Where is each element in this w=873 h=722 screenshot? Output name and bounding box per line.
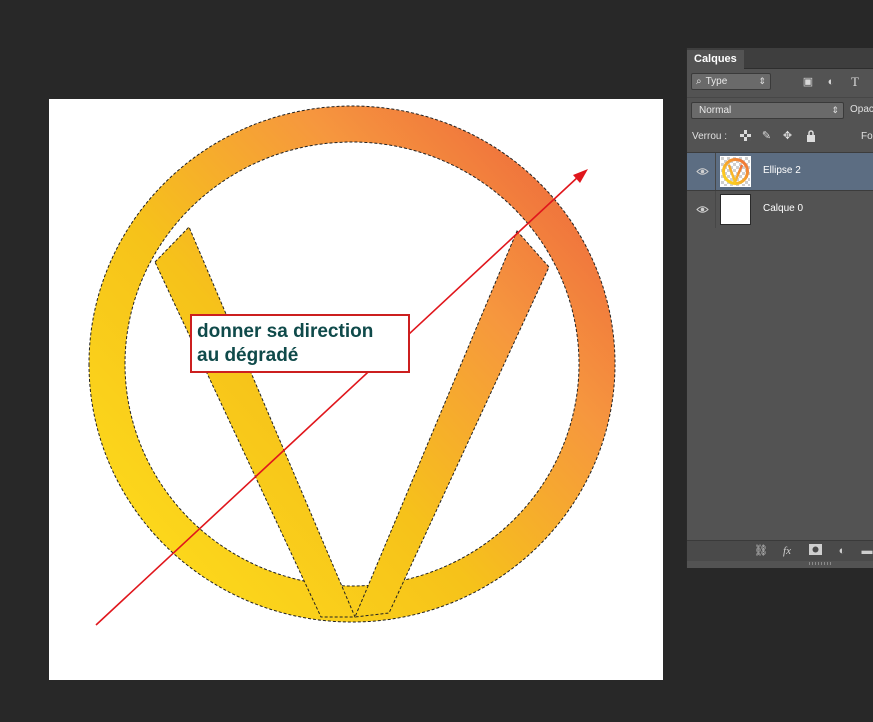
annotation-line-2: au dégradé <box>197 345 299 366</box>
search-icon: ⌕ <box>696 76 702 87</box>
layer-thumbnail <box>720 194 751 225</box>
blend-mode-value: Normal <box>699 105 732 116</box>
updown-arrow-icon: ⇕ <box>758 76 766 86</box>
link-icon[interactable]: ⛓ <box>754 544 768 558</box>
tab-calques[interactable]: Calques <box>687 50 744 69</box>
blend-row: Normal ⇕ Opac <box>687 97 873 122</box>
fx-icon[interactable]: fx <box>780 544 794 558</box>
layer-name: Ellipse 2 <box>763 165 801 176</box>
annotation-callout: donner sa direction au dégradé <box>190 314 410 373</box>
layer-row-calque-0[interactable]: Calque 0 <box>687 190 873 228</box>
mask-icon[interactable] <box>808 544 822 558</box>
fill-label: Fo <box>861 131 873 142</box>
panel-tab-bar: Calques <box>687 48 873 69</box>
image-filter-icon[interactable]: ▣ <box>801 75 815 89</box>
layer-name: Calque 0 <box>763 203 804 214</box>
layer-filter-row: ⌕ Type ⇕ ▣ ◐ T <box>687 71 873 93</box>
layers-list: Ellipse 2 Calque 0 <box>687 152 873 228</box>
adjustment-filter-icon[interactable]: ◐ <box>824 75 838 89</box>
filter-type-value: Type <box>705 76 728 87</box>
layer-thumbnail <box>720 156 751 187</box>
document-canvas[interactable]: donner sa direction au dégradé <box>49 99 663 680</box>
blend-mode-select[interactable]: Normal ⇕ <box>691 102 844 119</box>
divider <box>715 191 716 228</box>
filter-type-select[interactable]: ⌕ Type ⇕ <box>691 73 771 90</box>
divider <box>715 153 716 190</box>
lock-all-icon[interactable] <box>804 130 817 143</box>
lock-paint-icon[interactable]: ✎ <box>760 130 773 143</box>
lock-row: Verrou : ✎ ✥ Fo <box>687 127 873 149</box>
visibility-eye-icon[interactable] <box>696 165 709 178</box>
panel-resize-grip[interactable] <box>809 562 831 565</box>
layers-panel: Calques ⌕ Type ⇕ ▣ ◐ T Normal ⇕ Opac Verr… <box>686 48 873 568</box>
lock-label: Verrou : <box>692 131 728 142</box>
updown-arrow-icon: ⇕ <box>831 105 839 115</box>
lock-transparent-icon[interactable] <box>739 130 752 143</box>
layer-row-ellipse-2[interactable]: Ellipse 2 <box>687 152 873 190</box>
adjustment-icon[interactable]: ◐ <box>835 544 849 558</box>
visibility-eye-icon[interactable] <box>696 203 709 216</box>
annotation-line-1: donner sa direction <box>197 321 374 342</box>
folder-icon[interactable]: ▬ <box>860 544 873 558</box>
text-filter-icon[interactable]: T <box>848 75 862 89</box>
lock-position-icon[interactable]: ✥ <box>781 130 794 143</box>
artwork <box>88 105 616 626</box>
opacity-label: Opac <box>850 104 873 115</box>
layers-bottom-toolbar: ⛓ fx ◐ ▬ <box>687 540 873 561</box>
